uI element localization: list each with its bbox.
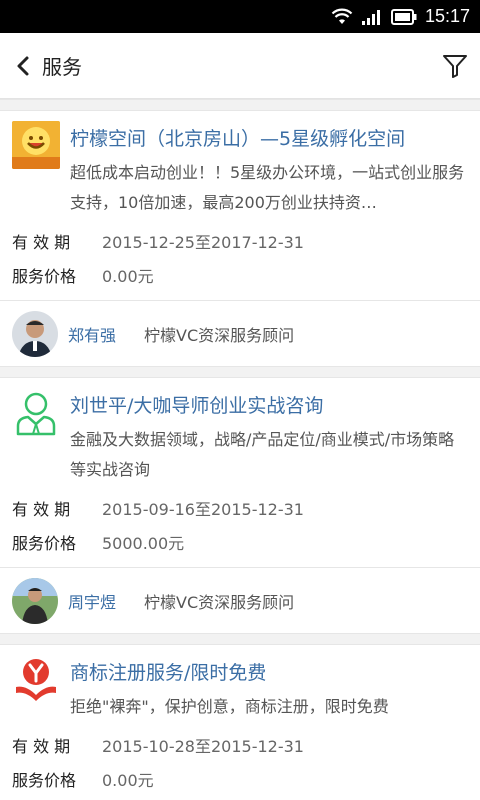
validity-label: 有 效 期 <box>12 737 71 756</box>
consultant-row[interactable]: 周宇煜 柠檬VC资深服务顾问 <box>0 567 480 633</box>
service-title[interactable]: 商标注册服务/限时免费 <box>70 658 468 688</box>
person-photo-icon <box>12 310 58 357</box>
price-label: 服务价格 <box>12 534 77 553</box>
service-description: 拒绝"裸奔"，保护创意，商标注册，限时免费 <box>70 697 389 716</box>
service-description: 超低成本启动创业！！5星级办公环境，一站式创业服务支持，10倍加速，最高200万… <box>70 163 465 212</box>
validity-value: 2015-12-25至2017-12-31 <box>102 233 304 252</box>
chevron-left-icon <box>17 56 29 75</box>
page-title: 服务 <box>42 55 82 79</box>
price-row: 服务价格 0.00元 <box>12 260 468 294</box>
validity-value: 2015-10-28至2015-12-31 <box>102 737 304 756</box>
service-card[interactable]: 柠檬空间（北京房山）—5星级孵化空间 超低成本启动创业！！5星级办公环境，一站式… <box>0 111 480 366</box>
avatar <box>12 310 58 357</box>
price-value: 5000.00元 <box>102 534 185 553</box>
consultant-row[interactable]: 郑有强 柠檬VC资深服务顾问 <box>0 300 480 366</box>
service-thumbnail <box>12 121 60 169</box>
price-label: 服务价格 <box>12 267 77 286</box>
section-divider <box>0 366 480 378</box>
section-divider <box>0 99 480 111</box>
validity-row: 有 效 期 2015-10-28至2015-12-31 <box>12 730 468 764</box>
service-title[interactable]: 刘世平/大咖导师创业实战咨询 <box>70 391 468 421</box>
service-thumbnail <box>12 655 60 703</box>
validity-row: 有 效 期 2015-12-25至2017-12-31 <box>12 226 468 260</box>
back-button[interactable]: 服务 <box>12 51 82 80</box>
section-divider <box>0 633 480 645</box>
price-value: 0.00元 <box>102 771 154 790</box>
wifi-icon <box>331 8 353 24</box>
consultant-role: 柠檬VC资深服务顾问 <box>144 592 295 612</box>
price-value: 0.00元 <box>102 267 154 286</box>
mentor-person-icon <box>16 392 56 436</box>
battery-icon <box>390 8 417 25</box>
avatar <box>12 577 58 624</box>
validity-value: 2015-09-16至2015-12-31 <box>102 500 304 519</box>
validity-label: 有 效 期 <box>12 233 71 252</box>
service-thumbnail <box>12 388 60 436</box>
status-time: 15:17 <box>424 6 470 26</box>
filter-icon[interactable] <box>442 53 468 79</box>
service-description: 金融及大数据领域，战略/产品定位/商业模式/市场策略等实战咨询 <box>70 430 455 479</box>
smiley-logo-icon <box>12 121 60 169</box>
top-nav-bar: 服务 <box>0 33 480 99</box>
service-title[interactable]: 柠檬空间（北京房山）—5星级孵化空间 <box>70 124 468 154</box>
validity-label: 有 效 期 <box>12 500 71 519</box>
signal-icon <box>361 9 380 25</box>
price-label: 服务价格 <box>12 771 77 790</box>
validity-row: 有 效 期 2015-09-16至2015-12-31 <box>12 493 468 527</box>
service-card[interactable]: 刘世平/大咖导师创业实战咨询 金融及大数据领域，战略/产品定位/商业模式/市场策… <box>0 378 480 633</box>
trademark-logo-icon <box>16 659 56 701</box>
consultant-name[interactable]: 周宇煜 <box>68 589 116 613</box>
person-photo-icon <box>12 577 58 624</box>
service-card[interactable]: 商标注册服务/限时免费 拒绝"裸奔"，保护创意，商标注册，限时免费 有 效 期 … <box>0 645 480 798</box>
price-row: 服务价格 5000.00元 <box>12 527 468 561</box>
status-bar: 15:17 <box>0 0 480 33</box>
consultant-name[interactable]: 郑有强 <box>68 322 116 346</box>
consultant-role: 柠檬VC资深服务顾问 <box>144 325 295 345</box>
price-row: 服务价格 0.00元 <box>12 764 468 798</box>
